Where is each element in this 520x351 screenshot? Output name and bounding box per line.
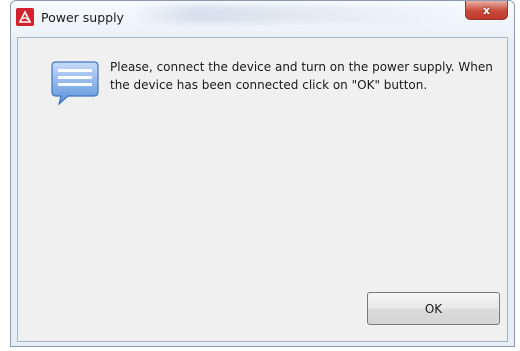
app-logo-icon bbox=[16, 8, 34, 26]
ok-button[interactable]: OK bbox=[367, 292, 500, 325]
message-line-2: the device has been connected click on "… bbox=[110, 78, 428, 92]
message-text: Please, connect the device and turn on t… bbox=[110, 58, 500, 94]
dialog-body: Please, connect the device and turn on t… bbox=[17, 37, 508, 342]
speech-bubble-icon bbox=[51, 61, 99, 106]
close-icon: x bbox=[482, 3, 491, 17]
title-bar-background bbox=[131, 5, 461, 23]
message-line-1: Please, connect the device and turn on t… bbox=[110, 60, 493, 74]
title-bar[interactable]: Power supply x bbox=[11, 1, 514, 37]
power-supply-dialog: Power supply x Please, connect the devic… bbox=[10, 0, 515, 347]
window-title: Power supply bbox=[41, 10, 124, 25]
close-button[interactable]: x bbox=[465, 1, 508, 20]
